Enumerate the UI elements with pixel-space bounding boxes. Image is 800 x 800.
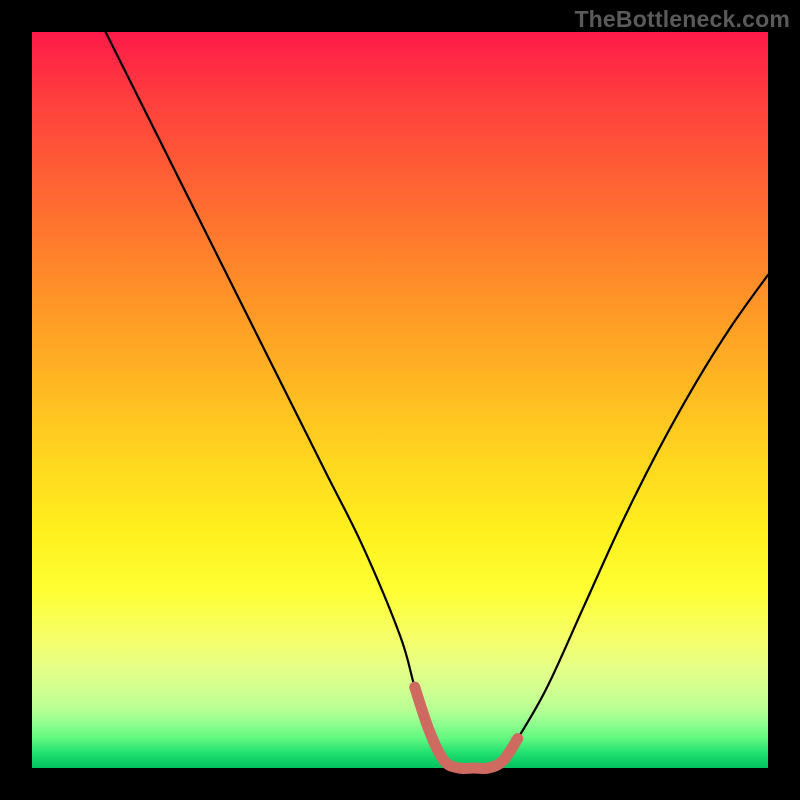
gradient-plot-area <box>32 32 768 768</box>
curve-svg <box>32 32 768 768</box>
optimal-zone-curve <box>415 687 518 769</box>
watermark-text: TheBottleneck.com <box>574 6 790 33</box>
bottleneck-curve <box>106 32 768 769</box>
chart-frame: TheBottleneck.com <box>0 0 800 800</box>
